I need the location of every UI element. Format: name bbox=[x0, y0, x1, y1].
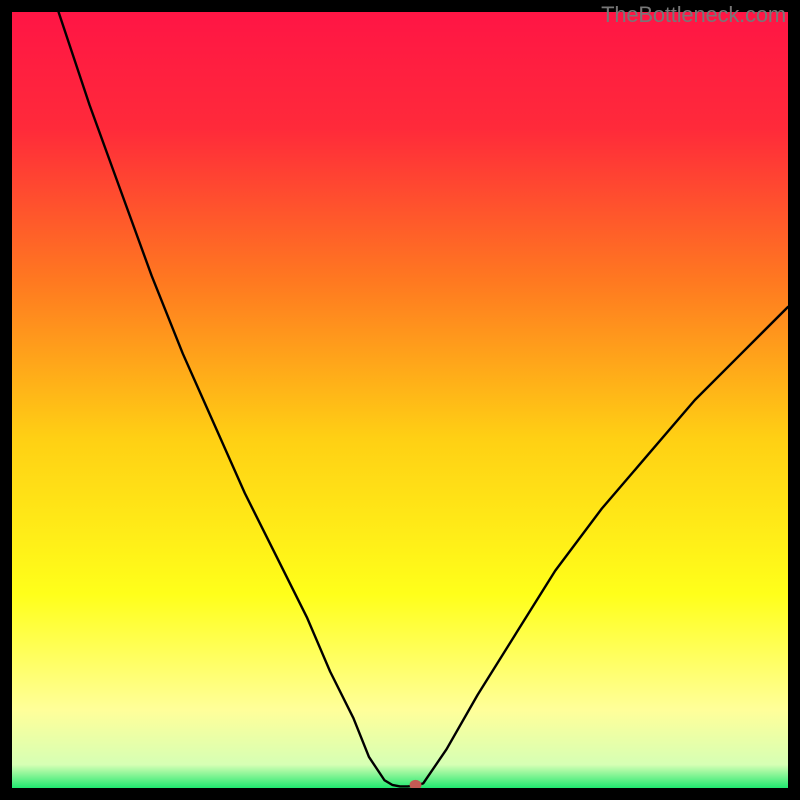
bottleneck-chart bbox=[12, 12, 788, 788]
watermark-label: TheBottleneck.com bbox=[601, 2, 786, 28]
gradient-background bbox=[12, 12, 788, 788]
